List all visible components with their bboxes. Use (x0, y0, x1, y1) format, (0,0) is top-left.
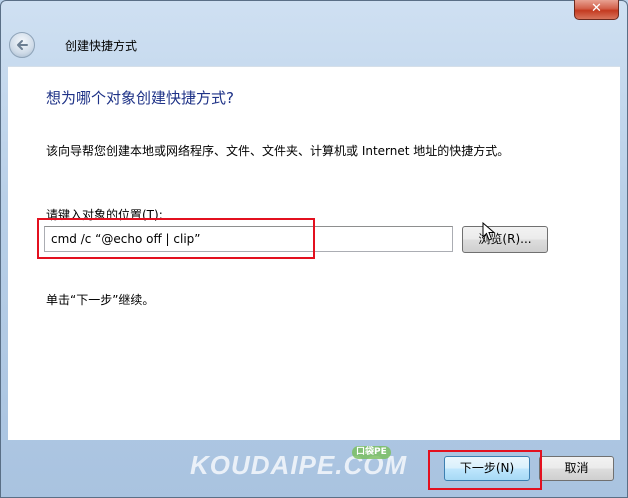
watermark-badge: 口袋PE (352, 446, 391, 459)
continue-hint: 单击“下一步”继续。 (46, 293, 155, 307)
window-title: 创建快捷方式 (65, 39, 138, 53)
browse-button[interactable]: 浏览(R)... (462, 226, 548, 253)
wizard-description: 该向导帮您创建本地或网络程序、文件、文件夹、计算机或 Internet 地址的快… (46, 144, 510, 158)
cancel-button[interactable]: 取消 (539, 456, 614, 481)
back-arrow-icon (17, 40, 28, 50)
back-button[interactable] (9, 32, 35, 58)
highlight-location-input (37, 218, 315, 259)
close-button[interactable]: ✕ (574, 0, 619, 20)
close-icon: ✕ (591, 1, 602, 16)
page-heading: 想为哪个对象创建快捷方式? (46, 89, 234, 107)
highlight-next-button (428, 450, 542, 490)
mouse-cursor-icon (482, 222, 496, 241)
